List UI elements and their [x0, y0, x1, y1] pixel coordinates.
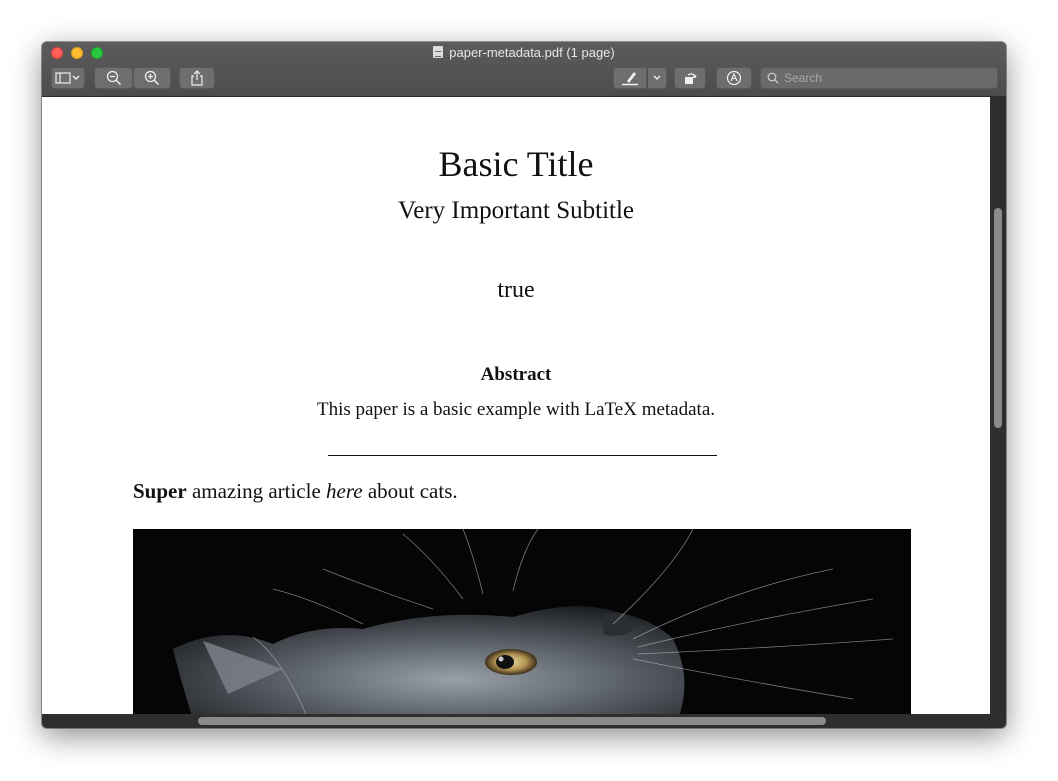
horizontal-rule — [328, 455, 717, 456]
document-author: true — [497, 277, 535, 303]
document-subtitle: Very Important Subtitle — [397, 197, 635, 224]
body-bold-text: Super — [133, 479, 187, 503]
rotate-icon — [685, 73, 697, 84]
search-field[interactable] — [760, 67, 998, 89]
sidebar-toggle-icon — [55, 72, 80, 84]
horizontal-scrollbar-thumb[interactable] — [198, 717, 826, 725]
pdf-document-icon — [433, 46, 444, 58]
highlighter-icon — [622, 72, 638, 86]
vertical-scrollbar[interactable] — [990, 97, 1006, 714]
zoom-in-icon — [144, 70, 160, 86]
abstract-heading: Abstract — [480, 364, 552, 385]
zoom-in-button[interactable] — [133, 67, 171, 89]
share-icon — [191, 70, 203, 86]
highlight-button[interactable] — [613, 67, 647, 89]
search-icon — [767, 72, 779, 84]
window-title-text: paper-metadata.pdf (1 page) — [449, 45, 615, 60]
abstract-text: This paper is a basic example with LaTeX… — [316, 399, 716, 420]
body-text-part-1: amazing article — [186, 479, 327, 503]
chevron-down-icon — [653, 75, 661, 80]
rotate-button[interactable] — [674, 67, 706, 89]
horizontal-scrollbar[interactable] — [42, 714, 1006, 728]
cat-photo — [133, 529, 911, 714]
search-input[interactable] — [784, 71, 984, 85]
highlight-options-dropdown[interactable] — [647, 67, 667, 89]
body-italic-text: here — [326, 479, 363, 503]
title-bar: paper-metadata.pdf (1 page) — [42, 42, 1006, 97]
document-title: Basic Title — [438, 144, 594, 184]
markup-button[interactable] — [716, 67, 752, 89]
vertical-scrollbar-thumb[interactable] — [994, 208, 1002, 428]
markup-icon — [726, 70, 742, 86]
cat-photo-illustration — [133, 529, 911, 714]
preview-window: paper-metadata.pdf (1 page) Search Basic… — [42, 42, 1006, 728]
zoom-out-button[interactable] — [94, 67, 133, 89]
body-text-part-2: about cats. — [362, 479, 458, 503]
sidebar-toggle-button[interactable] — [51, 67, 85, 89]
body-paragraph: Super amazing article here about cats. — [133, 479, 458, 504]
share-button[interactable] — [179, 67, 215, 89]
zoom-out-icon — [106, 70, 121, 86]
window-title: paper-metadata.pdf (1 page) — [42, 45, 1006, 60]
document-view[interactable]: Basic Title Very Important Subtitle true… — [42, 97, 990, 714]
